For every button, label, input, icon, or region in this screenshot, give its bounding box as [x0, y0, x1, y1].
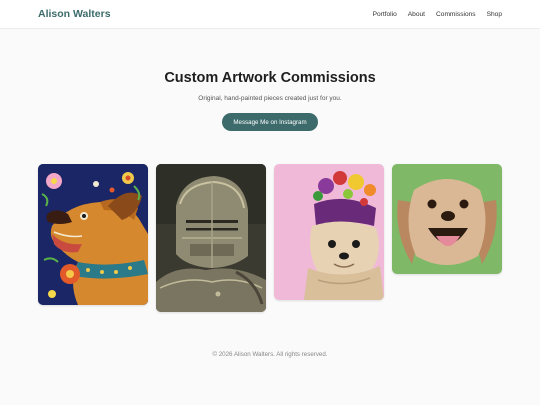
gallery-item-fruit-hat-dog[interactable]: [274, 164, 384, 300]
nav-item-about[interactable]: About: [408, 11, 425, 18]
top-navbar: Alison Walters Portfolio About Commissio…: [0, 0, 540, 29]
knight-armor-painting-image: [156, 164, 266, 312]
folk-dog-painting-image: [38, 164, 148, 305]
gallery-item-knight-armor[interactable]: [156, 164, 266, 312]
gallery-item-spaniel[interactable]: [392, 164, 502, 274]
brand-logo-link[interactable]: Alison Walters: [38, 8, 111, 20]
spaniel-painting-image: [392, 164, 502, 274]
page-title: Custom Artwork Commissions: [164, 70, 376, 86]
fruit-hat-dog-painting-image: [274, 164, 384, 300]
instagram-message-button[interactable]: Message Me on Instagram: [222, 113, 318, 131]
nav-item-shop[interactable]: Shop: [487, 11, 502, 18]
footer-copyright: © 2026 Alison Walters. All rights reserv…: [212, 351, 328, 358]
artwork-gallery: [38, 164, 502, 312]
nav-item-portfolio[interactable]: Portfolio: [373, 11, 397, 18]
nav-links: Portfolio About Commissions Shop: [373, 11, 502, 18]
page-subtitle: Original, hand-painted pieces created ju…: [198, 95, 342, 102]
nav-item-commissions[interactable]: Commissions: [436, 11, 476, 18]
gallery-item-folk-dog[interactable]: [38, 164, 148, 305]
